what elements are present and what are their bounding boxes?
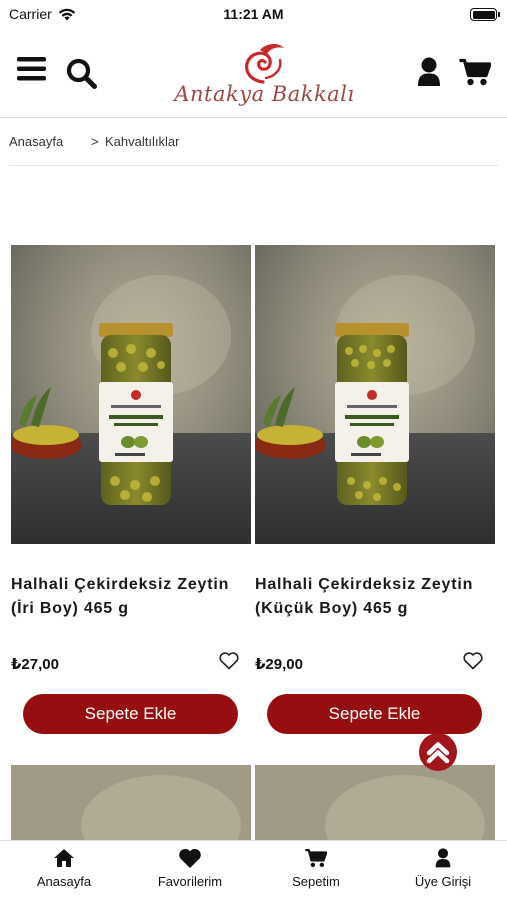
logo-swirl-icon [245,44,284,84]
product-price: ₺27,00 [11,656,59,673]
heart-icon [179,848,201,868]
status-bar: Carrier 11:21 AM [0,0,507,28]
tab-home[interactable]: Anasayfa [1,841,127,900]
scroll-to-top-button[interactable] [419,733,457,771]
heart-outline-icon[interactable] [219,652,239,670]
tab-favorites[interactable]: Favorilerim [127,841,253,900]
product-image[interactable] [255,245,495,544]
breadcrumb-home[interactable]: Anasayfa [9,134,63,149]
tab-label: Sepetim [292,874,340,889]
cart-icon [305,848,328,868]
add-to-cart-button[interactable]: Sepete Ekle [23,694,238,734]
breadcrumb-separator: > [91,134,99,149]
status-time: 11:21 AM [223,6,284,22]
bottom-tab-bar: Anasayfa Favorilerim Sepetim Üye Girişi [0,840,507,900]
search-icon[interactable] [66,58,98,90]
battery-icon [470,8,500,21]
cart-icon[interactable] [459,58,491,86]
product-title[interactable]: Halhali Çekirdeksiz Zeytin (Küçük Boy) 4… [255,573,495,621]
add-to-cart-button[interactable]: Sepete Ekle [267,694,482,734]
product-price: ₺29,00 [255,656,303,673]
heart-outline-icon[interactable] [463,652,483,670]
breadcrumb: Anasayfa > Kahvaltılıklar [0,119,507,166]
tab-label: Favorilerim [157,874,223,889]
user-icon [435,848,451,868]
chevron-up-icon [426,742,450,764]
product-title[interactable]: Halhali Çekirdeksiz Zeytin (İri Boy) 465… [11,573,251,621]
tab-label: Anasayfa [36,874,92,889]
user-icon[interactable] [417,57,441,87]
product-image[interactable] [11,765,251,845]
tab-label: Üye Girişi [414,874,472,889]
breadcrumb-current: Kahvaltılıklar [105,134,180,149]
product-image[interactable] [11,245,251,544]
menu-icon[interactable] [17,56,47,82]
product-image[interactable] [255,765,495,845]
logo-text: Antakya Bakkalı [174,82,355,106]
tab-cart[interactable]: Sepetim [253,841,379,900]
home-icon [54,849,74,867]
tab-login[interactable]: Üye Girişi [380,841,506,900]
brand-logo[interactable]: Antakya Bakkalı [172,42,357,110]
breadcrumb-divider [9,165,498,166]
app-header: Antakya Bakkalı [0,32,507,118]
